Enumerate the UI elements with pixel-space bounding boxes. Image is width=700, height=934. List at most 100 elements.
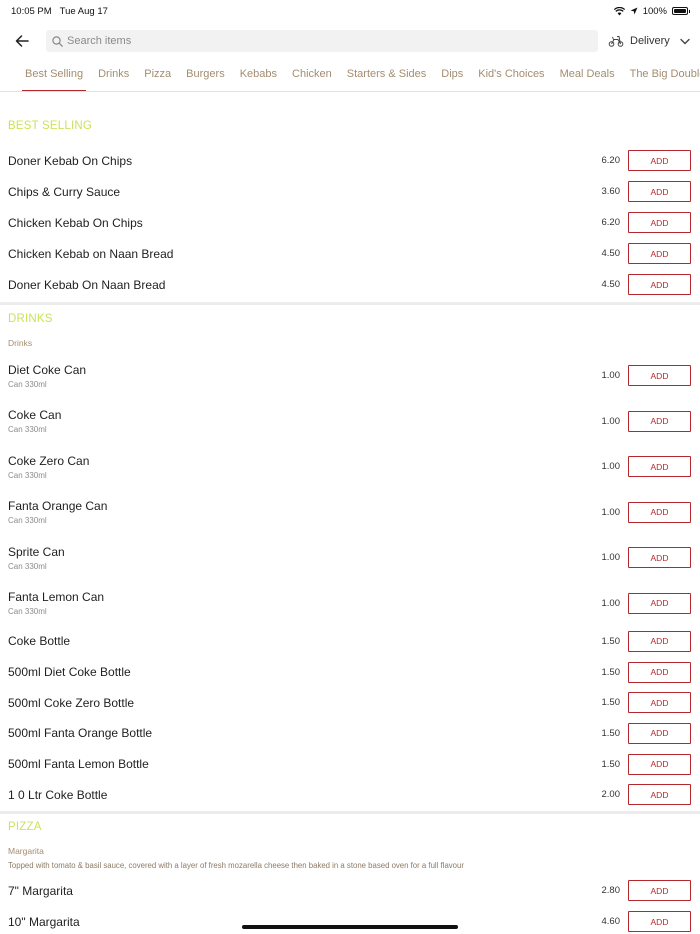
tab-drinks[interactable]: Drinks	[95, 59, 132, 91]
tab-best-selling[interactable]: Best Selling	[22, 59, 87, 91]
item-price: 2.00	[601, 789, 621, 801]
section-best-selling: BEST SELLING Doner Kebab On Chips 6.20 A…	[0, 92, 700, 305]
add-button[interactable]: ADD	[628, 753, 691, 775]
item-description: Can 330ml	[8, 516, 47, 526]
section-title: BEST SELLING	[8, 120, 93, 132]
category-tabs: Best Selling Drinks Pizza Burgers Kebabs…	[0, 59, 700, 92]
menu-item: 500ml Fanta Lemon Bottle 1.50 ADD	[0, 749, 700, 780]
item-price: 4.50	[601, 279, 621, 290]
add-button[interactable]: ADD	[628, 212, 691, 233]
item-description: Can 330ml	[8, 425, 47, 435]
tab-meal-deals[interactable]: Meal Deals	[557, 59, 618, 91]
status-right: 100%	[613, 5, 690, 17]
item-price: 1.00	[601, 552, 621, 564]
item-name: Fanta Lemon Can	[8, 590, 105, 605]
menu-item: Coke Zero Can Can 330ml 1.00 ADD	[0, 444, 700, 490]
item-name: 1 0 Ltr Coke Bottle	[8, 787, 108, 802]
item-price: 4.50	[601, 248, 621, 259]
add-button[interactable]: ADD	[628, 243, 691, 264]
item-price: 3.60	[601, 186, 621, 197]
menu-item: Chips & Curry Sauce 3.60 ADD	[0, 176, 700, 207]
item-name: Chicken Kebab On Chips	[8, 215, 143, 230]
home-indicator[interactable]	[242, 925, 458, 929]
add-button[interactable]: ADD	[628, 722, 691, 744]
menu-item: Diet Coke Can Can 330ml 1.00 ADD	[0, 353, 700, 399]
add-button[interactable]: ADD	[628, 410, 691, 432]
add-button[interactable]: ADD	[628, 880, 691, 901]
item-name: Chicken Kebab on Naan Bread	[8, 246, 174, 261]
item-name: 500ml Coke Zero Bottle	[8, 695, 135, 710]
add-button[interactable]: ADD	[628, 911, 691, 932]
item-price: 1.00	[601, 597, 621, 609]
item-price: 1.50	[601, 635, 621, 647]
item-description: Can 330ml	[8, 379, 47, 389]
location-arrow-icon	[630, 7, 638, 15]
tab-kebabs[interactable]: Kebabs	[237, 59, 280, 91]
menu-item: 500ml Diet Coke Bottle 1.50 ADD	[0, 657, 700, 688]
menu-item: 500ml Coke Zero Bottle 1.50 ADD	[0, 687, 700, 718]
section-subtitle: Margarita	[8, 846, 44, 856]
item-name: 500ml Fanta Lemon Bottle	[8, 757, 149, 772]
tab-burgers[interactable]: Burgers	[183, 59, 228, 91]
menu-item: Chicken Kebab on Naan Bread 4.50 ADD	[0, 238, 700, 269]
add-button[interactable]: ADD	[628, 274, 691, 295]
menu-item: 500ml Fanta Orange Bottle 1.50 ADD	[0, 718, 700, 749]
add-button[interactable]: ADD	[628, 592, 691, 614]
item-price: 1.00	[601, 370, 621, 382]
add-button[interactable]: ADD	[628, 692, 691, 714]
item-name: Diet Coke Can	[8, 362, 87, 377]
tab-starters-sides[interactable]: Starters & Sides	[344, 59, 429, 91]
add-button[interactable]: ADD	[628, 181, 691, 202]
add-button[interactable]: ADD	[628, 630, 691, 652]
tab-pizza[interactable]: Pizza	[141, 59, 174, 91]
section-drinks: DRINKS Drinks Diet Coke Can Can 330ml 1.0…	[0, 305, 700, 814]
section-title: DRINKS	[8, 313, 53, 325]
item-name: 500ml Fanta Orange Bottle	[8, 726, 153, 741]
wifi-icon	[613, 6, 625, 15]
item-name: Coke Zero Can	[8, 453, 90, 468]
battery-percent: 100%	[642, 5, 667, 17]
back-button[interactable]	[10, 29, 34, 53]
add-button[interactable]: ADD	[628, 661, 691, 683]
item-description: Can 330ml	[8, 607, 47, 617]
item-price: 1.00	[601, 415, 621, 427]
search-row: Delivery	[0, 23, 700, 59]
search-icon	[52, 35, 63, 47]
item-price: 1.50	[601, 758, 621, 770]
item-price: 6.20	[601, 155, 621, 166]
item-name: 7" Margarita	[8, 883, 73, 898]
item-price: 1.50	[601, 666, 621, 678]
tab-dips[interactable]: Dips	[438, 59, 466, 91]
add-button[interactable]: ADD	[628, 547, 691, 569]
item-price: 2.80	[601, 885, 621, 896]
search-input[interactable]	[67, 35, 567, 47]
menu-item: 10" Margarita 4.60 ADD	[0, 906, 700, 934]
search-box[interactable]	[46, 30, 598, 52]
menu-item: 1 0 Ltr Coke Bottle 2.00 ADD	[0, 779, 700, 810]
section-subtitle: Drinks	[8, 338, 33, 348]
battery-fill	[674, 9, 686, 13]
add-button[interactable]: ADD	[628, 784, 691, 806]
battery-icon	[672, 7, 690, 15]
status-bar: 10:05 PM Tue Aug 17 100%	[0, 0, 700, 22]
delivery-label: Delivery	[630, 35, 670, 47]
add-button[interactable]: ADD	[628, 501, 691, 523]
item-name: Doner Kebab On Chips	[8, 153, 133, 168]
add-button[interactable]: ADD	[628, 365, 691, 387]
add-button[interactable]: ADD	[628, 456, 691, 478]
delivery-selector[interactable]: Delivery	[608, 35, 690, 47]
chevron-down-icon	[680, 38, 690, 44]
add-button[interactable]: ADD	[628, 150, 691, 171]
menu-item: Fanta Orange Can Can 330ml 1.00 ADD	[0, 490, 700, 536]
back-arrow-icon	[15, 35, 29, 47]
scooter-icon	[608, 36, 624, 47]
item-name: Coke Can	[8, 408, 62, 423]
tab-kids-choices[interactable]: Kid's Choices	[475, 59, 547, 91]
menu-item: Chicken Kebab On Chips 6.20 ADD	[0, 207, 700, 238]
tab-chicken[interactable]: Chicken	[289, 59, 335, 91]
item-name: Doner Kebab On Naan Bread	[8, 277, 166, 292]
item-price: 6.20	[601, 217, 621, 228]
tab-big-double[interactable]: The Big Double	[627, 59, 700, 91]
item-name: Coke Bottle	[8, 634, 71, 649]
section-pizza: PIZZA Margarita Topped with tomato & bas…	[0, 814, 700, 934]
